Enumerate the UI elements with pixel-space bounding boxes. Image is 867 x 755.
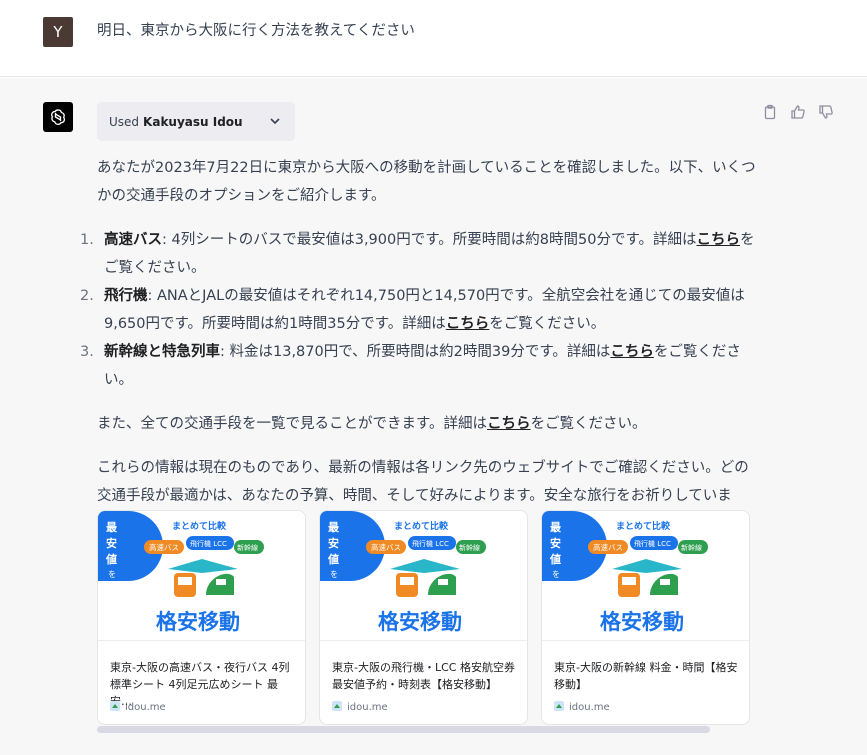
svg-text:最: 最 bbox=[328, 521, 340, 534]
card-domain: idou.me bbox=[554, 701, 610, 714]
details-link-train[interactable]: こちら bbox=[610, 344, 654, 360]
card-thumbnail: 最 安 値 を まとめて比較 高速バス 飛行機 LCC 新幹線 格安移動 bbox=[320, 511, 527, 641]
svg-text:安: 安 bbox=[328, 536, 339, 550]
chevron-down-icon bbox=[269, 115, 281, 130]
list-item: 3. 新幹線と特急列車: 料金は13,870円で、所要時間は約2時間39分です。詳… bbox=[80, 344, 741, 388]
user-message-row: Y 明日、東京から大阪に行く方法を教えてください bbox=[0, 0, 867, 77]
card-domain: idou.me bbox=[332, 701, 388, 714]
svg-text:飛行機 LCC: 飛行機 LCC bbox=[190, 539, 227, 548]
svg-text:新幹線: 新幹線 bbox=[237, 543, 258, 552]
svg-text:格安移動: 格安移動 bbox=[378, 610, 462, 634]
svg-text:格安移動: 格安移動 bbox=[600, 610, 684, 634]
details-link-flight[interactable]: こちら bbox=[446, 316, 490, 332]
svg-text:最: 最 bbox=[550, 521, 562, 534]
card-domain: idou.me bbox=[110, 701, 166, 714]
list-item: 2. 飛行機: ANAとJALの最安値はそれぞれ14,750円と14,570円です… bbox=[80, 288, 745, 332]
svg-text:まとめて比較: まとめて比較 bbox=[616, 520, 671, 532]
svg-text:値: 値 bbox=[549, 552, 561, 566]
assistant-message-content: あなたが2023年7月22日に東京から大阪への移動を計画していることを確認しまし… bbox=[80, 154, 757, 554]
clipboard-icon[interactable] bbox=[762, 104, 780, 122]
tagline: まとめて比較 bbox=[172, 520, 227, 532]
svg-text:高速バス: 高速バス bbox=[149, 542, 179, 552]
svg-text:新幹線: 新幹線 bbox=[459, 543, 480, 552]
plugin-name: Kakuyasu Idou bbox=[143, 114, 243, 129]
svg-text:高速バス: 高速バス bbox=[593, 542, 623, 552]
badge-text-1: 最 bbox=[106, 521, 118, 534]
user-avatar: Y bbox=[43, 17, 73, 47]
plugin-used-prefix: Used bbox=[109, 114, 140, 129]
cards-horizontal-scrollbar[interactable] bbox=[97, 726, 710, 733]
link-cards: 最 安 値 を まとめて比較 高速バス 飛行機 LCC 新幹線 格安移動 東京-… bbox=[97, 510, 750, 725]
thumbs-down-icon[interactable] bbox=[818, 104, 836, 122]
message-actions bbox=[762, 104, 836, 122]
thumbs-up-icon[interactable] bbox=[790, 104, 808, 122]
svg-text:飛行機 LCC: 飛行機 LCC bbox=[634, 539, 671, 548]
card-title: 東京-大阪の飛行機・LCC 格安航空券 最安値予約・時刻表【格安移動】 bbox=[332, 661, 515, 691]
svg-text:を: を bbox=[552, 570, 560, 579]
link-card[interactable]: 最 安 値 を まとめて比較 高速バス 飛行機 LCC 新幹線 格安移動 東京-… bbox=[97, 510, 306, 725]
svg-text:値: 値 bbox=[105, 552, 117, 566]
card-thumbnail: 最 安 値 を まとめて比較 高速バス 飛行機 LCC 新幹線 格安移動 bbox=[542, 511, 749, 641]
svg-text:高速バス: 高速バス bbox=[371, 542, 401, 552]
card-title: 東京-大阪の新幹線 料金・時間【格安移動】 bbox=[554, 661, 738, 691]
details-link-bus[interactable]: こちら bbox=[697, 232, 741, 248]
svg-text:を: を bbox=[108, 570, 116, 579]
svg-text:飛行機 LCC: 飛行機 LCC bbox=[412, 539, 449, 548]
link-card[interactable]: 最 安 値 を まとめて比較 高速バス 飛行機 LCC 新幹線 格安移動 東京-… bbox=[541, 510, 750, 725]
favicon-icon bbox=[110, 701, 120, 714]
card-thumbnail: 最 安 値 を まとめて比較 高速バス 飛行機 LCC 新幹線 格安移動 bbox=[98, 511, 305, 641]
brand-logo-text: 格安移動 bbox=[156, 610, 240, 634]
assistant-message-row: Used Kakuyasu Idou あなたが2023年7月22日に東京から大阪… bbox=[0, 78, 867, 755]
link-card[interactable]: 最 安 値 を まとめて比較 高速バス 飛行機 LCC 新幹線 格安移動 東京-… bbox=[319, 510, 528, 725]
svg-text:を: を bbox=[330, 570, 338, 579]
all-options-paragraph: また、全ての交通手段を一覧で見ることができます。詳細はこちらをご覧ください。 bbox=[97, 416, 647, 432]
user-message-text: 明日、東京から大阪に行く方法を教えてください bbox=[97, 23, 415, 39]
transport-options-list: 1. 高速バス: 4列シートのバスで最安値は3,900円です。所要時間は約8時間5… bbox=[80, 226, 757, 394]
svg-text:安: 安 bbox=[550, 536, 561, 550]
openai-logo-icon bbox=[43, 102, 73, 132]
intro-paragraph: あなたが2023年7月22日に東京から大阪への移動を計画していることを確認しまし… bbox=[97, 160, 756, 204]
svg-text:新幹線: 新幹線 bbox=[681, 543, 702, 552]
details-link-all[interactable]: こちら bbox=[487, 416, 531, 432]
list-item: 1. 高速バス: 4列シートのバスで最安値は3,900円です。所要時間は約8時間5… bbox=[80, 232, 755, 276]
svg-text:まとめて比較: まとめて比較 bbox=[394, 520, 449, 532]
favicon-icon bbox=[332, 701, 342, 714]
svg-text:安: 安 bbox=[106, 536, 117, 550]
svg-text:値: 値 bbox=[327, 552, 339, 566]
favicon-icon bbox=[554, 701, 564, 714]
plugin-used-dropdown[interactable]: Used Kakuyasu Idou bbox=[97, 102, 295, 141]
